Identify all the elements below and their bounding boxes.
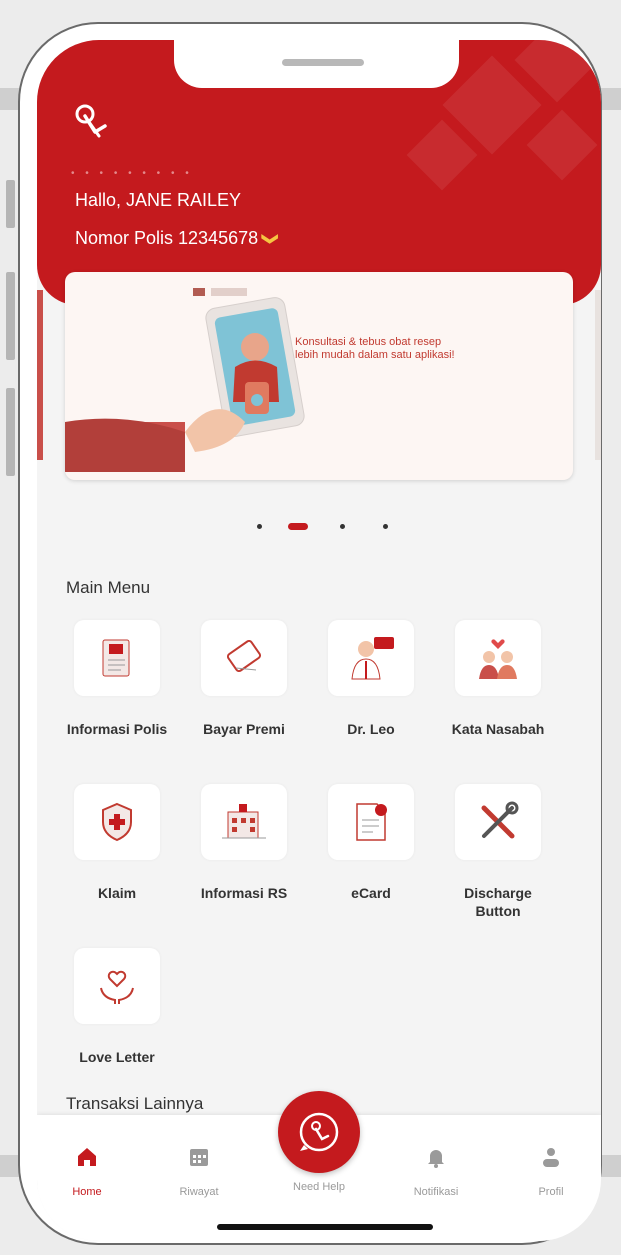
menu-label: Dr. Leo xyxy=(347,721,395,737)
ecard-icon xyxy=(328,784,414,860)
promo-banner[interactable]: Konsultasi & tebus obat resep lebih muda… xyxy=(65,272,573,480)
hospital-building-icon xyxy=(201,784,287,860)
pager-dot-active[interactable] xyxy=(288,523,308,530)
nav-label: Notifikasi xyxy=(413,1186,459,1198)
phone-side-button xyxy=(6,180,15,228)
banner-pager xyxy=(37,522,601,532)
calendar-icon xyxy=(190,1149,208,1166)
app-logo-icon xyxy=(75,104,107,138)
menu-bayar-premi[interactable]: Bayar Premi xyxy=(189,620,299,738)
menu-love-letter[interactable]: Love Letter xyxy=(62,948,172,1066)
home-indicator[interactable] xyxy=(217,1224,433,1230)
menu-kata-nasabah[interactable]: Kata Nasabah xyxy=(443,620,553,738)
nav-label: Home xyxy=(72,1186,102,1198)
phone-speaker xyxy=(282,59,364,66)
policy-number-label: Nomor Polis 12345678 xyxy=(75,228,259,248)
bell-icon xyxy=(428,1150,444,1168)
help-hand-icon xyxy=(299,1112,339,1152)
banner-illustration-icon xyxy=(65,288,305,472)
menu-label: eCard xyxy=(351,885,391,901)
nav-riwayat[interactable]: Riwayat xyxy=(154,1145,244,1198)
family-love-icon xyxy=(455,620,541,696)
phone-volume-down-button xyxy=(6,388,15,476)
menu-informasi-rs[interactable]: Informasi RS xyxy=(189,784,299,902)
nav-home[interactable]: Home xyxy=(42,1145,132,1198)
main-menu-title: Main Menu xyxy=(66,578,151,597)
menu-ecard[interactable]: eCard xyxy=(316,784,426,902)
pager-dot[interactable] xyxy=(383,524,388,529)
heart-hands-icon xyxy=(74,948,160,1024)
shield-plus-icon xyxy=(74,784,160,860)
menu-label: Love Letter xyxy=(79,1049,155,1065)
home-icon xyxy=(78,1148,96,1166)
pager-dot[interactable] xyxy=(340,524,345,529)
nav-profil[interactable]: Profil xyxy=(506,1145,596,1198)
banner-headline: Konsultasi & tebus obat resep lebih muda… xyxy=(295,336,455,361)
menu-klaim[interactable]: Klaim xyxy=(62,784,172,902)
menu-informasi-polis[interactable]: Informasi Polis xyxy=(62,620,172,738)
app-screen: • • • • • • • • • Hallo, JANE RAILEY Nom… xyxy=(37,40,601,1241)
decor-shape xyxy=(526,109,598,181)
policy-selector[interactable]: Nomor Polis 12345678 ❯ xyxy=(75,228,279,249)
menu-label: Informasi RS xyxy=(200,885,288,901)
greeting-text: Hallo, JANE RAILEY xyxy=(75,190,242,210)
chevron-down-icon: ❯ xyxy=(261,231,279,246)
menu-label: Informasi Polis xyxy=(66,721,168,737)
need-help-button[interactable] xyxy=(278,1091,360,1173)
decorative-dots: • • • • • • • • • xyxy=(71,168,193,179)
pager-dot[interactable] xyxy=(257,524,262,529)
menu-label: Kata Nasabah xyxy=(451,721,545,737)
decor-shape xyxy=(406,119,478,191)
banner-prev-peek xyxy=(37,290,43,460)
card-payment-icon xyxy=(201,620,287,696)
nav-notifikasi[interactable]: Notifikasi xyxy=(391,1145,481,1198)
menu-dr-leo[interactable]: Dr. Leo xyxy=(316,620,426,738)
menu-label: Klaim xyxy=(97,885,137,901)
nav-label: Riwayat xyxy=(179,1186,219,1198)
phone-volume-up-button xyxy=(6,272,15,360)
nav-label: Profil xyxy=(538,1186,564,1198)
menu-label: Discharge Button xyxy=(464,885,532,919)
user-icon xyxy=(543,1148,559,1167)
menu-discharge-button[interactable]: Discharge Button xyxy=(443,784,553,920)
doctor-icon xyxy=(328,620,414,696)
document-clipboard-icon xyxy=(74,620,160,696)
nav-label: Need Help xyxy=(293,1181,345,1193)
menu-label: Bayar Premi xyxy=(203,721,285,737)
banner-next-peek xyxy=(595,290,601,460)
tools-icon xyxy=(455,784,541,860)
transaksi-lainnya-title: Transaksi Lainnya xyxy=(66,1094,204,1113)
